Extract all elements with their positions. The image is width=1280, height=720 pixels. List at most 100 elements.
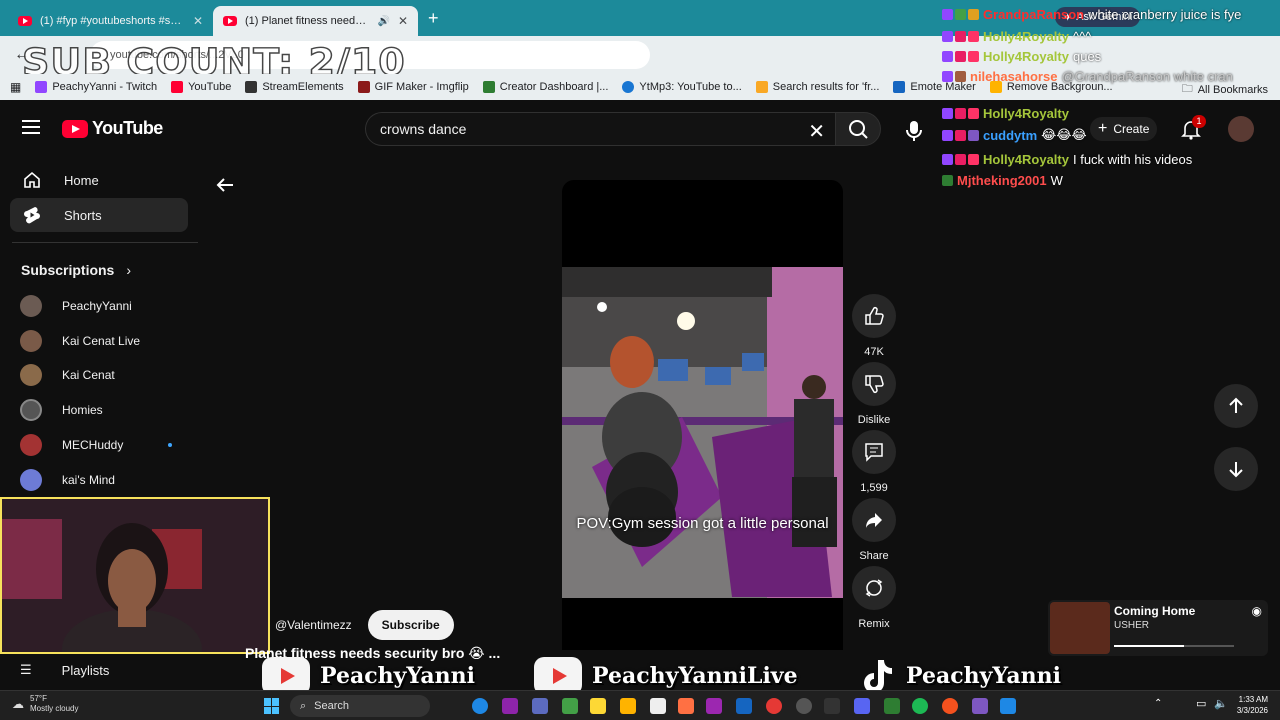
chat-username[interactable]: Holly4Royalty xyxy=(983,152,1069,167)
app-icon[interactable] xyxy=(502,698,518,714)
browser-tab-1[interactable]: (1) #fyp #youtubeshorts #short ✕ xyxy=(8,6,213,36)
notepad-icon[interactable] xyxy=(650,698,666,714)
search-button[interactable] xyxy=(835,112,881,146)
search-input[interactable]: crowns dance ✕ xyxy=(365,112,835,146)
chat-message: ques xyxy=(1072,48,1102,64)
chat-username[interactable]: cuddytm xyxy=(983,128,1037,143)
edge-icon[interactable] xyxy=(472,698,488,714)
channel-row: @Valentimezz Subscribe xyxy=(275,610,454,640)
voice-search-button[interactable] xyxy=(898,114,930,146)
bookmark[interactable]: StreamElements xyxy=(245,81,344,93)
short-video-player[interactable]: POV:Gym session got a little personal xyxy=(562,180,843,650)
chat-message: white cranberry juice is fye xyxy=(1088,6,1242,22)
close-tab-icon[interactable]: ✕ xyxy=(398,14,408,28)
search-icon: ⌕ xyxy=(300,699,307,712)
sidebar-item-subscription[interactable]: kai's Mind xyxy=(20,465,195,495)
app-icon[interactable] xyxy=(532,698,548,714)
subscribe-button[interactable]: Subscribe xyxy=(367,610,454,640)
sidebar-item-subscription[interactable]: Homies xyxy=(20,395,195,425)
menu-icon[interactable] xyxy=(22,120,40,134)
sidebar-item-subscription[interactable]: MECHuddy xyxy=(20,430,195,460)
chat-badges xyxy=(942,174,953,186)
bookmark[interactable]: Search results for 'fr... xyxy=(755,81,879,93)
next-short-button[interactable] xyxy=(1214,447,1258,491)
sidebar-item-subscription[interactable]: PeachyYanni xyxy=(20,291,195,321)
weather-widget[interactable]: ☁ 57°F Mostly cloudy xyxy=(12,694,78,714)
subscriptions-heading[interactable]: Subscriptions › xyxy=(21,262,131,278)
app-icon[interactable] xyxy=(706,698,722,714)
sidebar-item-playlists[interactable]: ☰ Playlists xyxy=(20,662,109,678)
weather-condition: Mostly cloudy xyxy=(30,704,79,713)
discord-icon[interactable] xyxy=(854,698,870,714)
sidebar-item-home[interactable]: Home xyxy=(10,163,188,197)
share-label: Share xyxy=(859,550,889,562)
bookmark[interactable]: Creator Dashboard |... xyxy=(482,81,608,93)
sidebar-item-subscription[interactable]: Kai Cenat xyxy=(20,360,195,390)
chat-username[interactable]: GrandpaRanson xyxy=(983,7,1084,22)
app-icon[interactable] xyxy=(1000,698,1016,714)
browser-tab-2[interactable]: (1) Planet fitness needs secu 🔊 ✕ xyxy=(213,6,418,36)
app-icon[interactable] xyxy=(678,698,694,714)
new-tab-icon[interactable]: + xyxy=(428,8,439,29)
bookmark[interactable]: PeachyYanni - Twitch xyxy=(35,81,157,93)
sidebar-divider xyxy=(12,242,198,243)
remix-button[interactable] xyxy=(852,566,896,610)
comments-button[interactable] xyxy=(852,430,896,474)
like-button[interactable] xyxy=(852,294,896,338)
channel-handle[interactable]: @Valentimezz xyxy=(275,618,352,632)
bookmark[interactable]: YtMp3: YouTube to... xyxy=(622,81,742,93)
user-avatar[interactable] xyxy=(1228,116,1254,142)
close-tab-icon[interactable]: ✕ xyxy=(193,14,203,28)
social-handle-text: PeachyYanni xyxy=(906,663,1061,689)
channel-avatar xyxy=(20,434,42,456)
dislike-button[interactable] xyxy=(852,362,896,406)
social-handle-text: PeachyYanni xyxy=(320,663,475,689)
spotify-icon[interactable] xyxy=(912,698,928,714)
app-icon[interactable] xyxy=(972,698,988,714)
webcam-overlay xyxy=(0,497,270,654)
chat-username[interactable]: Holly4Royalty xyxy=(983,49,1069,64)
apps-grid-icon[interactable]: ▦ xyxy=(10,80,21,94)
bookmark-favicon-icon xyxy=(482,81,495,93)
app-icon[interactable] xyxy=(884,698,900,714)
back-arrow-icon[interactable] xyxy=(214,174,236,196)
chrome-icon[interactable] xyxy=(942,698,958,714)
shorts-icon xyxy=(24,207,40,224)
windows-start-icon[interactable] xyxy=(264,698,280,714)
create-label: Create xyxy=(1113,122,1150,136)
steam-icon[interactable] xyxy=(736,698,752,714)
tray-chevron-icon[interactable]: ⌃ xyxy=(1154,698,1162,709)
sidebar-item-subscription[interactable]: Kai Cenat Live xyxy=(20,326,195,356)
speaker-icon[interactable]: 🔊 xyxy=(377,16,389,27)
channel-avatar xyxy=(20,330,42,352)
previous-short-button[interactable] xyxy=(1214,384,1258,428)
share-button[interactable] xyxy=(852,498,896,542)
chat-username[interactable]: Holly4Royalty xyxy=(983,106,1069,121)
taskbar-search[interactable]: ⌕ Search xyxy=(290,695,430,717)
chat-username[interactable]: Holly4Royalty xyxy=(983,29,1069,44)
volume-icon[interactable]: 🔈 xyxy=(1214,697,1228,710)
youtube-favicon-icon xyxy=(223,16,237,26)
bookmark[interactable]: YouTube xyxy=(171,81,231,93)
clear-search-icon[interactable]: ✕ xyxy=(808,119,825,144)
chat-username[interactable]: Mjtheking2001 xyxy=(957,173,1047,188)
bookmark[interactable]: GIF Maker - Imgflip xyxy=(357,81,469,93)
chrome-icon[interactable] xyxy=(766,698,782,714)
create-button[interactable]: + Create xyxy=(1090,117,1158,141)
chat-badges xyxy=(942,50,979,62)
xbox-icon[interactable] xyxy=(562,698,578,714)
youtube-logo[interactable]: YouTube xyxy=(62,118,163,139)
clock-date: 3/3/2026 xyxy=(1236,706,1268,715)
chat-username[interactable]: nilehasahorse xyxy=(970,69,1057,84)
obs-icon[interactable] xyxy=(824,698,840,714)
chat-line: Mjtheking2001 W xyxy=(942,170,1063,190)
sidebar-item-shorts[interactable]: Shorts xyxy=(10,198,188,232)
network-icon[interactable]: ▭ xyxy=(1196,697,1206,710)
app-icon[interactable] xyxy=(796,698,812,714)
youtube-header: YouTube crowns dance ✕ xyxy=(0,100,1280,156)
search-icon xyxy=(849,120,868,139)
system-clock[interactable]: 1:33 AM 3/3/2026 xyxy=(1237,694,1268,716)
bookmark-label: GIF Maker - Imgflip xyxy=(374,81,469,93)
app-icon[interactable] xyxy=(620,698,636,714)
file-explorer-icon[interactable] xyxy=(590,698,606,714)
